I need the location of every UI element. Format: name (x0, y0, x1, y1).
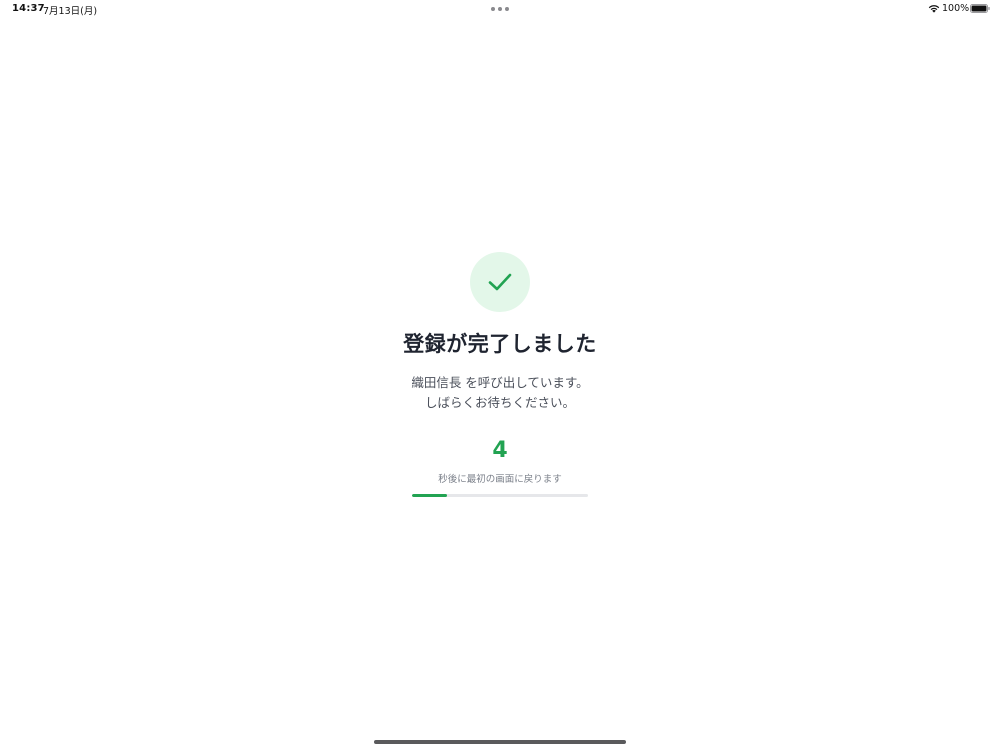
checkmark-icon (488, 273, 512, 291)
success-check-badge (470, 252, 530, 312)
calling-message: 織田信長 を呼び出しています。 (411, 375, 589, 390)
countdown-caption: 秒後に最初の画面に戻ります (438, 474, 562, 485)
countdown-progress-fill (412, 494, 448, 497)
status-date: 7月13日(月) (43, 6, 98, 17)
battery-icon (970, 4, 990, 13)
battery-percentage: 100% (942, 3, 970, 14)
countdown-number: 4 (492, 438, 508, 463)
countdown-progress-bar (412, 494, 588, 497)
wifi-icon (928, 5, 940, 13)
status-bar: 14:37 7月13日(月) 100% (0, 0, 1000, 18)
status-time: 14:37 (12, 3, 45, 14)
multitasking-menu-icon[interactable] (491, 7, 509, 11)
home-indicator[interactable] (374, 740, 626, 744)
completion-title: 登録が完了しました (403, 332, 597, 356)
please-wait-message: しばらくお待ちください。 (424, 395, 575, 410)
registration-complete-screen: 14:37 7月13日(月) 100% 登録が完了しました 織田信長 を呼び出し… (0, 0, 1000, 750)
